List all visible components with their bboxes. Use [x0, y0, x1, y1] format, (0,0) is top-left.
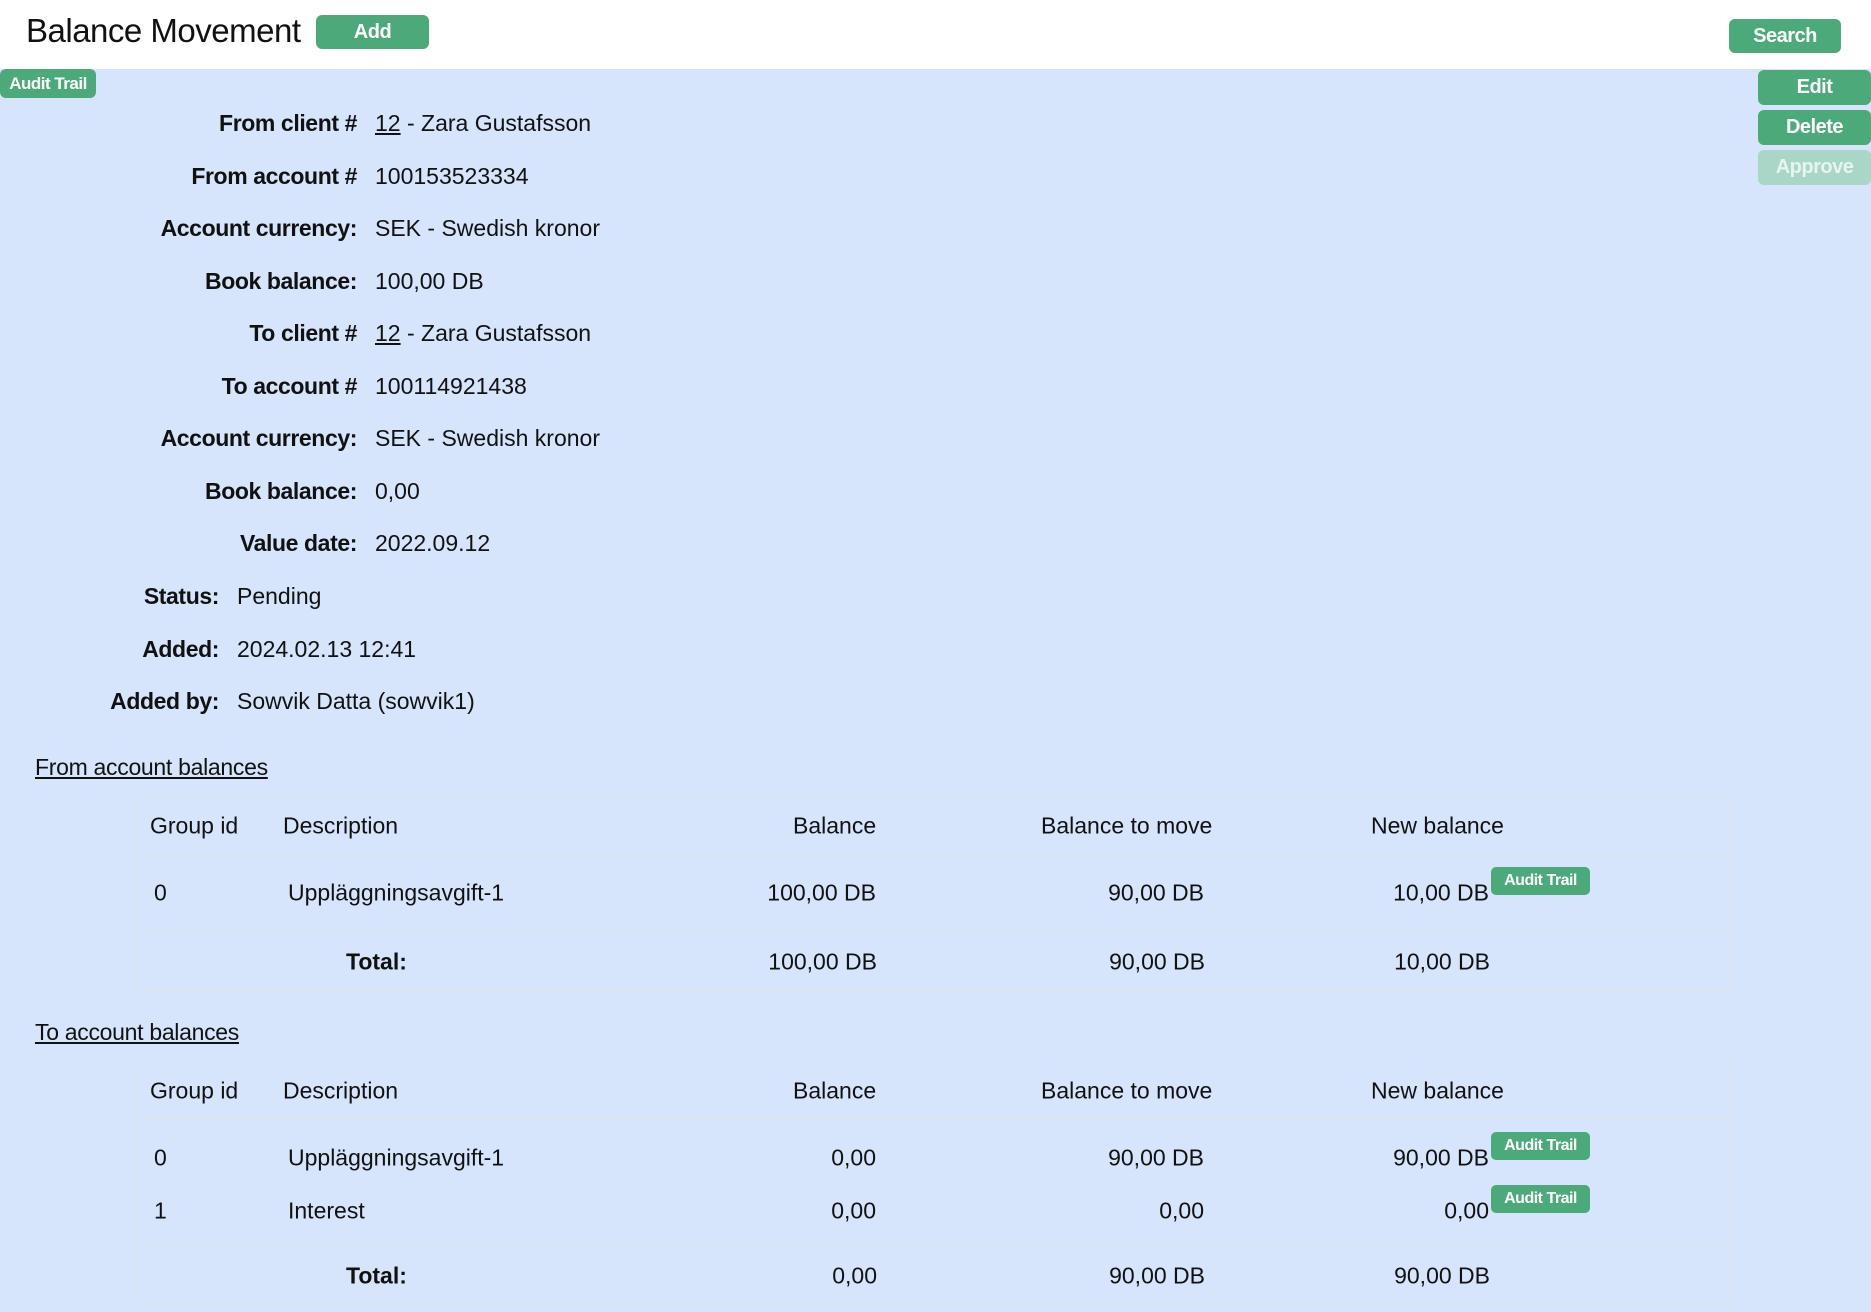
edit-button[interactable]: Edit [1758, 70, 1871, 105]
total-balance: 100,00 DB [768, 949, 877, 976]
status-label: Status: [144, 583, 219, 610]
detail-value: 100114921438 [375, 373, 527, 400]
detail-label: Value date: [240, 530, 357, 557]
new-balance: 10,00 DB [1393, 879, 1489, 906]
client-link[interactable]: 12 [375, 320, 401, 346]
balance-to-move: 90,00 DB [1108, 879, 1204, 906]
balance-to-move: 0,00 [1159, 1197, 1204, 1224]
detail-value-text: 100114921438 [375, 373, 527, 399]
detail-label: Book balance: [205, 268, 357, 295]
column-header: Group id [150, 1077, 238, 1104]
detail-value: SEK - Swedish kronor [375, 215, 600, 242]
balance-to-move: 90,00 DB [1108, 1144, 1204, 1171]
section-title[interactable]: From account balances [35, 754, 268, 781]
delete-button[interactable]: Delete [1758, 110, 1871, 145]
new-balance: 90,00 DB [1393, 1144, 1489, 1171]
page-header: Balance Movement Add Search [0, 0, 1871, 69]
section-title[interactable]: To account balances [35, 1019, 239, 1046]
detail-value-text: 0,00 [375, 478, 420, 504]
row-audit-trail-button[interactable]: Audit Trail [1491, 1185, 1590, 1213]
status-value: Sowvik Datta (sowvik1) [237, 688, 475, 715]
balances-table: Group id Description Balance Balance to mov… [137, 796, 1731, 992]
detail-value: 2022.09.12 [375, 530, 490, 557]
status-value: 2024.02.13 12:41 [237, 636, 416, 663]
balance: 100,00 DB [767, 879, 876, 906]
search-button[interactable]: Search [1729, 19, 1841, 53]
detail-value: 12 - Zara Gustafsson [375, 320, 591, 347]
total-label: Total: [346, 1263, 407, 1290]
status-label: Added by: [110, 688, 219, 715]
status-label: Added: [142, 636, 219, 663]
column-header: Balance to move [1041, 1077, 1212, 1104]
row-audit-trail-button[interactable]: Audit Trail [1491, 1132, 1590, 1160]
total-new-balance: 90,00 DB [1394, 1263, 1490, 1290]
total-balance-to-move: 90,00 DB [1109, 949, 1205, 976]
detail-value: 100,00 DB [375, 268, 484, 295]
detail-value: SEK - Swedish kronor [375, 425, 600, 452]
balance: 0,00 [831, 1144, 876, 1171]
new-balance: 0,00 [1444, 1197, 1489, 1224]
detail-value-text: - Zara Gustafsson [401, 320, 591, 346]
column-header: Balance to move [1041, 812, 1212, 839]
balances-table: Group id Description Balance Balance to mov… [137, 1061, 1731, 1306]
column-header: Description [283, 812, 398, 839]
add-button[interactable]: Add [316, 15, 429, 49]
detail-value-text: SEK - Swedish kronor [375, 215, 600, 241]
description: Uppläggningsavgift-1 [288, 879, 504, 906]
detail-label: Account currency: [161, 215, 357, 242]
detail-label: To client # [249, 320, 357, 347]
detail-label: Book balance: [205, 478, 357, 505]
total-label: Total: [346, 949, 407, 976]
column-header: Description [283, 1077, 398, 1104]
detail-label: From client # [219, 110, 357, 137]
group-id: 1 [154, 1197, 167, 1224]
detail-label: Account currency: [161, 425, 357, 452]
approve-button: Approve [1758, 150, 1871, 185]
column-header: Group id [150, 812, 238, 839]
total-balance: 0,00 [832, 1263, 877, 1290]
client-link[interactable]: 12 [375, 110, 401, 136]
description: Uppläggningsavgift-1 [288, 1144, 504, 1171]
detail-label: From account # [191, 163, 357, 190]
detail-label: To account # [222, 373, 357, 400]
detail-value-text: 2022.09.12 [375, 530, 490, 556]
total-new-balance: 10,00 DB [1394, 949, 1490, 976]
column-header: New balance [1371, 1077, 1504, 1104]
balance: 0,00 [831, 1197, 876, 1224]
detail-value-text: SEK - Swedish kronor [375, 425, 600, 451]
total-balance-to-move: 90,00 DB [1109, 1263, 1205, 1290]
detail-value-text: 100,00 DB [375, 268, 484, 294]
column-header: Balance [793, 812, 876, 839]
description: Interest [288, 1197, 365, 1224]
column-header: New balance [1371, 812, 1504, 839]
group-id: 0 [154, 879, 167, 906]
detail-value-text: 100153523334 [375, 163, 529, 189]
detail-value: 100153523334 [375, 163, 529, 190]
group-id: 0 [154, 1144, 167, 1171]
detail-value: 0,00 [375, 478, 420, 505]
column-header: Balance [793, 1077, 876, 1104]
status-value: Pending [237, 583, 321, 610]
page-title: Balance Movement [26, 12, 300, 50]
audit-trail-button[interactable]: Audit Trail [0, 69, 96, 98]
detail-value-text: - Zara Gustafsson [401, 110, 591, 136]
row-audit-trail-button[interactable]: Audit Trail [1491, 867, 1590, 895]
detail-value: 12 - Zara Gustafsson [375, 110, 591, 137]
